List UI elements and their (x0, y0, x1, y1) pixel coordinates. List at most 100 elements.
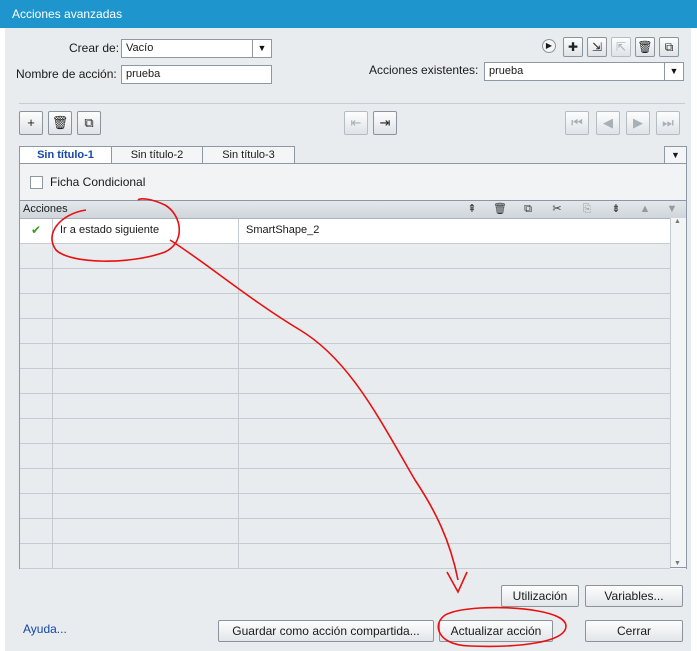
action-cell[interactable] (53, 519, 239, 543)
table-row[interactable] (20, 444, 670, 469)
action-cell[interactable] (53, 469, 239, 493)
cut-icon[interactable]: ✂ (549, 202, 565, 216)
chevron-down-icon: ▼ (252, 40, 271, 57)
scroll-up-icon[interactable]: ▲ (674, 218, 681, 225)
import-button[interactable]: ⇲ (587, 37, 607, 57)
table-row[interactable] (20, 544, 670, 569)
target-cell[interactable] (239, 519, 670, 543)
paste-out-button[interactable]: ⇥ (373, 111, 397, 135)
utilizacion-button[interactable]: Utilización (501, 585, 579, 607)
action-cell[interactable] (53, 269, 239, 293)
table-row[interactable] (20, 344, 670, 369)
action-cell[interactable] (53, 494, 239, 518)
prev-icon: ◀ (603, 115, 613, 130)
guardar-compartida-button[interactable]: Guardar como acción compartida... (218, 620, 434, 642)
status-cell (20, 344, 53, 368)
export-button[interactable]: ⇱ (611, 37, 631, 57)
target-cell[interactable]: SmartShape_2 (239, 219, 670, 243)
target-cell[interactable] (239, 419, 670, 443)
table-row[interactable] (20, 419, 670, 444)
target-cell[interactable] (239, 294, 670, 318)
chevron-down-icon: ▼ (671, 150, 680, 160)
table-row[interactable]: ✔ Ir a estado siguiente SmartShape_2 (20, 219, 670, 244)
copy-icon: ⧉ (664, 40, 674, 54)
cerrar-button[interactable]: Cerrar (585, 620, 683, 642)
tab-sin-titulo-2[interactable]: Sin título-2 (111, 146, 203, 164)
status-cell (20, 369, 53, 393)
target-cell[interactable] (239, 369, 670, 393)
arrow-down-icon[interactable]: ▼ (664, 202, 680, 216)
copy-tab-button[interactable]: ⧉ (77, 111, 101, 135)
table-row[interactable] (20, 269, 670, 294)
add-tab-button[interactable]: + (19, 111, 43, 135)
action-cell[interactable] (53, 294, 239, 318)
next-button[interactable]: ▶ (626, 111, 650, 135)
action-cell[interactable] (53, 444, 239, 468)
action-cell[interactable] (53, 544, 239, 568)
existentes-select[interactable]: prueba ▼ (484, 62, 684, 81)
target-cell[interactable] (239, 269, 670, 293)
action-cell[interactable] (53, 419, 239, 443)
status-cell (20, 244, 53, 268)
ayuda-link[interactable]: Ayuda... (23, 622, 67, 636)
table-row[interactable] (20, 294, 670, 319)
paste-button[interactable]: ⇤ (344, 111, 368, 135)
scroll-down-icon[interactable]: ▼ (674, 560, 681, 567)
actualizar-accion-button[interactable]: Actualizar acción (439, 620, 553, 642)
chevron-down-icon: ▼ (664, 63, 683, 80)
plus-icon: ✚ (567, 40, 579, 54)
status-cell (20, 444, 53, 468)
action-cell[interactable] (53, 244, 239, 268)
target-cell[interactable] (239, 394, 670, 418)
paste-icon[interactable]: ⎘ (579, 202, 595, 216)
duplicate-action-button[interactable]: ⧉ (659, 37, 679, 57)
insert-row-icon[interactable]: ⇞ (464, 202, 480, 216)
play-icon[interactable]: ▶ (542, 39, 556, 53)
trash-icon[interactable]: 🗑 (492, 202, 508, 216)
target-cell[interactable] (239, 544, 670, 568)
add-action-button[interactable]: ✚ (563, 37, 583, 57)
target-cell[interactable] (239, 319, 670, 343)
existentes-label: Acciones existentes: (369, 63, 479, 77)
table-row[interactable] (20, 519, 670, 544)
status-cell (20, 494, 53, 518)
insert-after-icon[interactable]: ⇟ (608, 202, 624, 216)
arrow-up-icon[interactable]: ▲ (637, 202, 653, 216)
first-button[interactable]: ⏮ (565, 111, 589, 135)
action-cell[interactable]: Ir a estado siguiente (53, 219, 239, 243)
status-cell (20, 544, 53, 568)
table-row[interactable] (20, 394, 670, 419)
table-row[interactable] (20, 244, 670, 269)
target-cell[interactable] (239, 344, 670, 368)
grid-scrollbar[interactable]: ▲ ▼ (670, 218, 686, 567)
action-cell[interactable] (53, 344, 239, 368)
variables-button[interactable]: Variables... (585, 585, 683, 607)
copy-icon[interactable]: ⧉ (520, 202, 536, 216)
nombre-label: Nombre de acción: (16, 67, 117, 81)
tab-sin-titulo-1[interactable]: Sin título-1 (19, 146, 112, 164)
table-row[interactable] (20, 369, 670, 394)
action-cell[interactable] (53, 319, 239, 343)
table-row[interactable] (20, 319, 670, 344)
action-cell[interactable] (53, 369, 239, 393)
target-cell[interactable] (239, 244, 670, 268)
separator (19, 103, 685, 104)
crear-select[interactable]: Vacío ▼ (121, 39, 272, 58)
target-cell[interactable] (239, 494, 670, 518)
table-row[interactable] (20, 494, 670, 519)
action-cell[interactable] (53, 394, 239, 418)
delete-tab-button[interactable]: 🗑 (48, 111, 72, 135)
last-button[interactable]: ⏭ (656, 111, 680, 135)
table-row[interactable] (20, 469, 670, 494)
status-cell: ✔ (20, 219, 53, 243)
tabs-menu-button[interactable]: ▼ (664, 146, 687, 164)
target-cell[interactable] (239, 469, 670, 493)
paste-out-icon: ⇥ (379, 115, 391, 130)
grid-header: Acciones ⇞ 🗑 ⧉ ✂ ⎘ ⇟ ▲ ▼ (20, 201, 686, 219)
nombre-input[interactable]: prueba (121, 65, 272, 84)
tab-sin-titulo-3[interactable]: Sin título-3 (202, 146, 295, 164)
prev-button[interactable]: ◀ (596, 111, 620, 135)
target-cell[interactable] (239, 444, 670, 468)
conditional-checkbox[interactable] (30, 176, 43, 189)
delete-action-button[interactable]: 🗑 (635, 37, 655, 57)
